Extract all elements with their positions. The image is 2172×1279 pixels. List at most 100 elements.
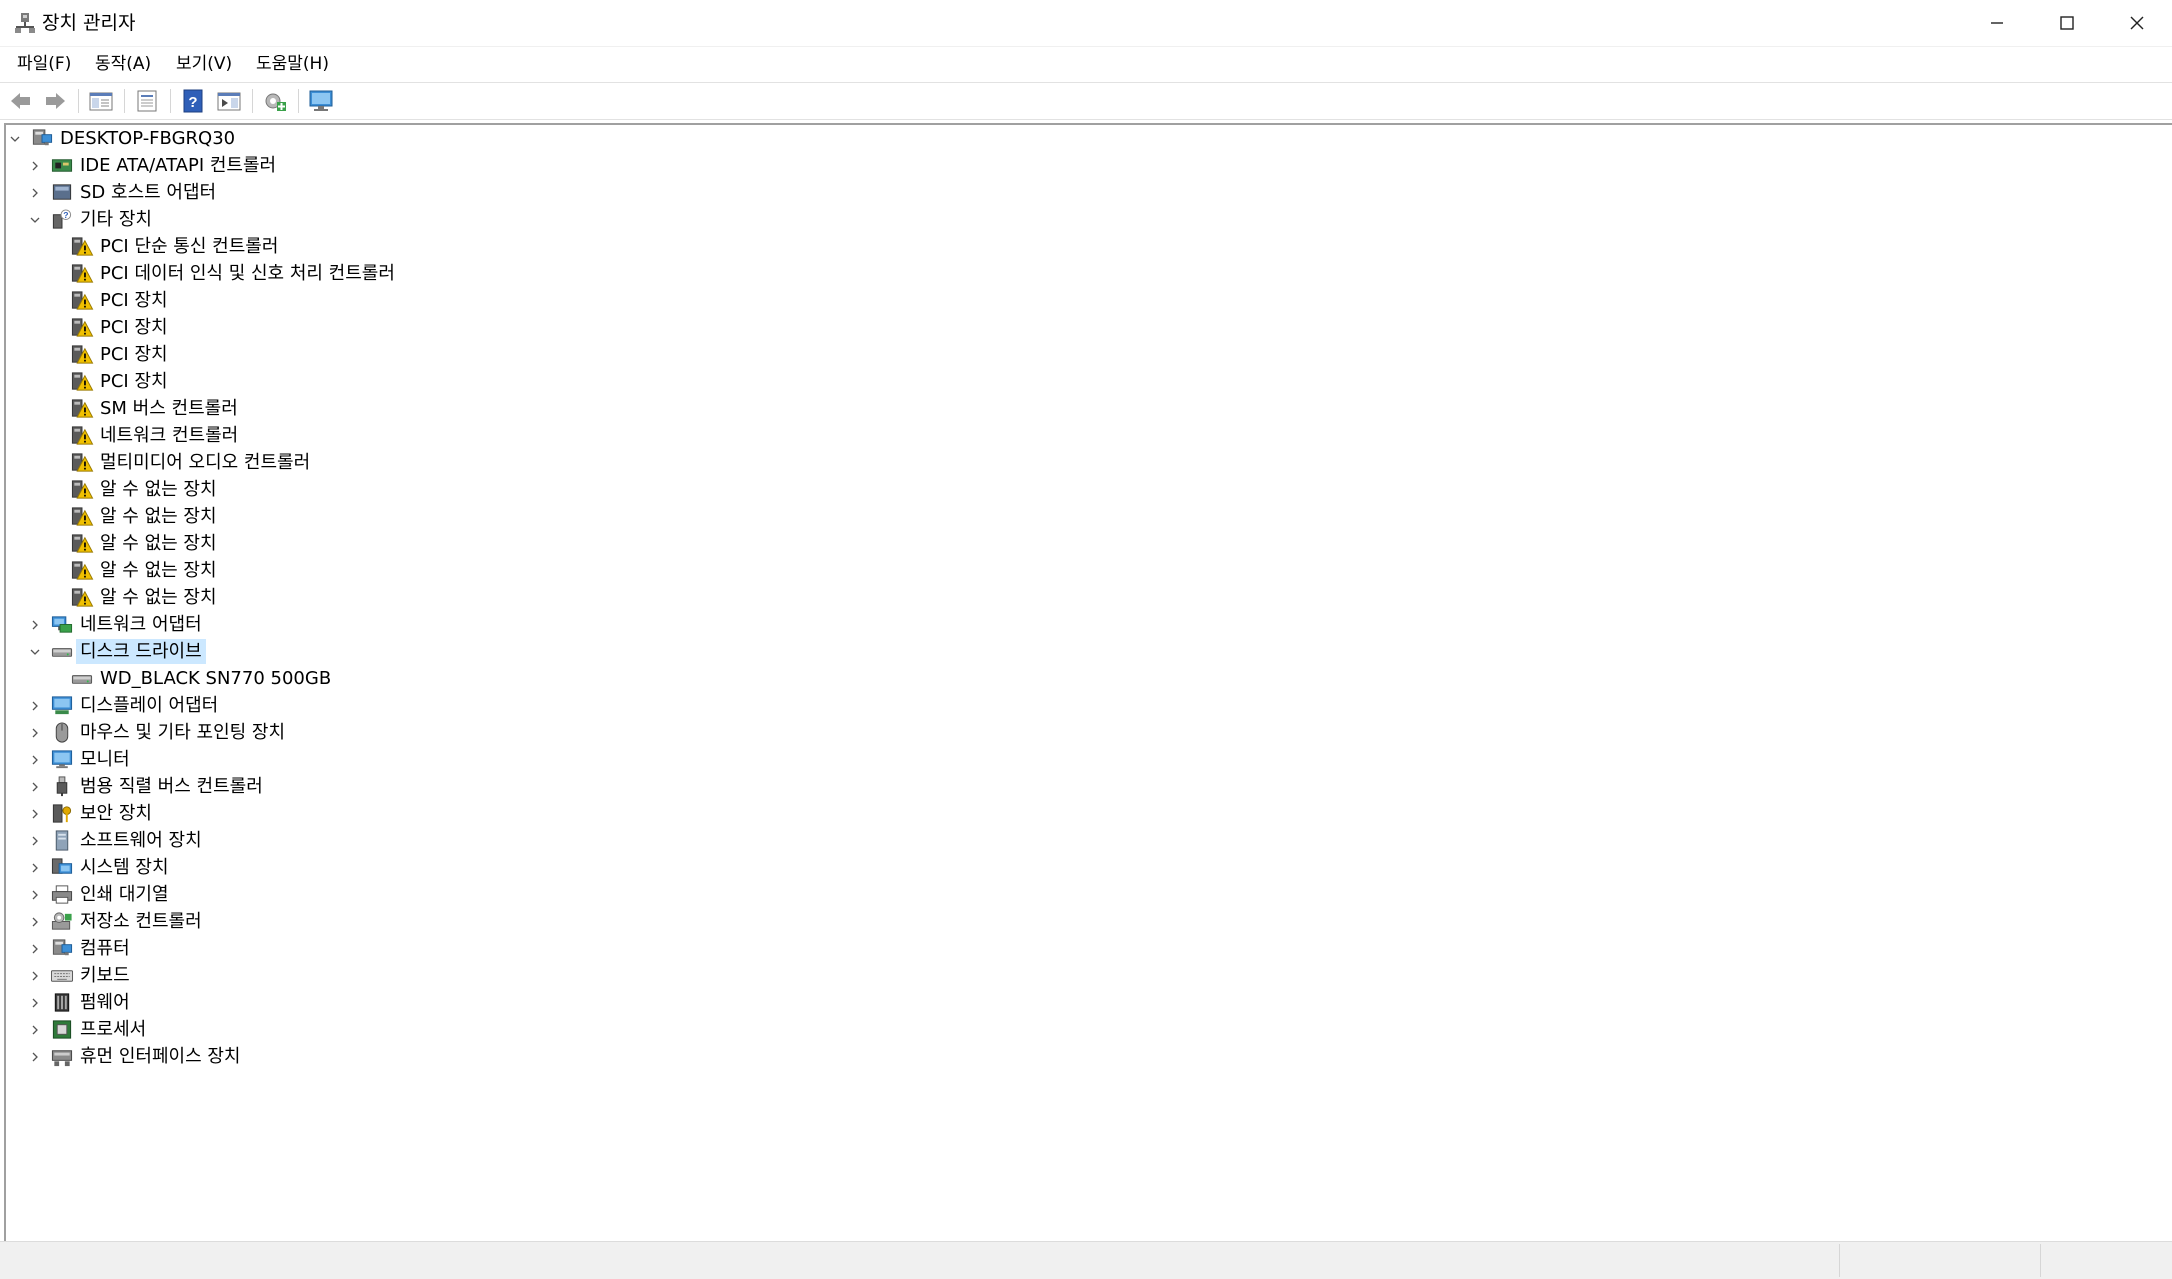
tree-node-label[interactable]: PCI 장치 xyxy=(96,315,172,340)
chevron-right-icon[interactable] xyxy=(28,699,42,713)
tree-node[interactable]: ? 기타 장치 xyxy=(6,206,2172,233)
chevron-right-icon[interactable] xyxy=(28,753,42,767)
tree-node-label[interactable]: 네트워크 컨트롤러 xyxy=(96,423,242,448)
menu-view[interactable]: 보기(V) xyxy=(172,52,236,76)
tree-node-label[interactable]: DESKTOP-FBGRQ30 xyxy=(56,126,239,151)
tree-node[interactable]: 디스플레이 어댑터 xyxy=(6,692,2172,719)
tree-node-label[interactable]: 네트워크 어댑터 xyxy=(76,612,206,637)
properties-button[interactable] xyxy=(132,87,162,115)
tree-node[interactable]: 휴먼 인터페이스 장치 xyxy=(6,1043,2172,1070)
tree-node[interactable]: PCI 장치 xyxy=(6,287,2172,314)
tree-node-label[interactable]: 컴퓨터 xyxy=(76,936,134,961)
tree-node-label[interactable]: 알 수 없는 장치 xyxy=(96,504,221,529)
action-pane-button[interactable] xyxy=(214,87,244,115)
chevron-right-icon[interactable] xyxy=(28,726,42,740)
tree-node-label[interactable]: 알 수 없는 장치 xyxy=(96,477,221,502)
tree-node[interactable]: 키보드 xyxy=(6,962,2172,989)
scan-hardware-button[interactable] xyxy=(260,87,290,115)
chevron-down-icon[interactable] xyxy=(8,132,22,146)
chevron-right-icon[interactable] xyxy=(28,618,42,632)
chevron-right-icon[interactable] xyxy=(28,888,42,902)
tree-node[interactable]: 컴퓨터 xyxy=(6,935,2172,962)
chevron-right-icon[interactable] xyxy=(28,780,42,794)
tree-node[interactable]: 인쇄 대기열 xyxy=(6,881,2172,908)
menu-help[interactable]: 도움말(H) xyxy=(252,52,333,76)
tree-node-label[interactable]: 알 수 없는 장치 xyxy=(96,585,221,610)
tree-node-label[interactable]: 디스크 드라이브 xyxy=(76,639,206,664)
tree-node[interactable]: IDE ATA/ATAPI 컨트롤러 xyxy=(6,152,2172,179)
tree-node-label[interactable]: 저장소 컨트롤러 xyxy=(76,909,206,934)
tree-node-label[interactable]: 소프트웨어 장치 xyxy=(76,828,206,853)
tree-node-label[interactable]: SM 버스 컨트롤러 xyxy=(96,396,242,421)
tree-node[interactable]: PCI 데이터 인식 및 신호 처리 컨트롤러 xyxy=(6,260,2172,287)
tree-node-label[interactable]: 키보드 xyxy=(76,963,134,988)
chevron-right-icon[interactable] xyxy=(28,861,42,875)
chevron-right-icon[interactable] xyxy=(28,1050,42,1064)
tree-node[interactable]: PCI 장치 xyxy=(6,341,2172,368)
chevron-right-icon[interactable] xyxy=(28,996,42,1010)
tree-node[interactable]: 마우스 및 기타 포인팅 장치 xyxy=(6,719,2172,746)
tree-node-label[interactable]: 멀티미디어 오디오 컨트롤러 xyxy=(96,450,314,475)
menu-file[interactable]: 파일(F) xyxy=(13,52,75,76)
tree-node[interactable]: 보안 장치 xyxy=(6,800,2172,827)
tree-node[interactable]: PCI 장치 xyxy=(6,314,2172,341)
tree-node-label[interactable]: WD_BLACK SN770 500GB xyxy=(96,666,335,691)
tree-node-label[interactable]: 기타 장치 xyxy=(76,207,156,232)
tree-node[interactable]: 알 수 없는 장치 xyxy=(6,584,2172,611)
tree-node-label[interactable]: 모니터 xyxy=(76,747,134,772)
chevron-right-icon[interactable] xyxy=(28,942,42,956)
tree-node[interactable]: PCI 장치 xyxy=(6,368,2172,395)
menu-action[interactable]: 동작(A) xyxy=(91,52,155,76)
tree-node-label[interactable]: PCI 데이터 인식 및 신호 처리 컨트롤러 xyxy=(96,261,399,286)
tree-node[interactable]: 알 수 없는 장치 xyxy=(6,530,2172,557)
tree-node[interactable]: 펌웨어 xyxy=(6,989,2172,1016)
help-button[interactable]: ? xyxy=(178,87,208,115)
tree-node[interactable]: PCI 단순 통신 컨트롤러 xyxy=(6,233,2172,260)
tree-node-label[interactable]: SD 호스트 어댑터 xyxy=(76,180,220,205)
tree-node-label[interactable]: 범용 직렬 버스 컨트롤러 xyxy=(76,774,267,799)
tree-node-label[interactable]: 프로세서 xyxy=(76,1017,150,1042)
tree-node[interactable]: WD_BLACK SN770 500GB xyxy=(6,665,2172,692)
monitor-button[interactable] xyxy=(306,87,336,115)
tree-node-label[interactable]: 휴먼 인터페이스 장치 xyxy=(76,1044,244,1069)
back-button[interactable] xyxy=(6,87,36,115)
tree-node-label[interactable]: 펌웨어 xyxy=(76,990,134,1015)
chevron-down-icon[interactable] xyxy=(28,213,42,227)
tree-node[interactable]: 범용 직렬 버스 컨트롤러 xyxy=(6,773,2172,800)
tree-node[interactable]: 멀티미디어 오디오 컨트롤러 xyxy=(6,449,2172,476)
tree-node-label[interactable]: PCI 단순 통신 컨트롤러 xyxy=(96,234,282,259)
tree-node[interactable]: 모니터 xyxy=(6,746,2172,773)
chevron-right-icon[interactable] xyxy=(28,1023,42,1037)
chevron-right-icon[interactable] xyxy=(28,969,42,983)
minimize-button[interactable] xyxy=(1962,0,2032,46)
show-hide-tree-button[interactable] xyxy=(86,87,116,115)
tree-node[interactable]: 시스템 장치 xyxy=(6,854,2172,881)
chevron-right-icon[interactable] xyxy=(28,915,42,929)
chevron-right-icon[interactable] xyxy=(28,186,42,200)
tree-node[interactable]: 알 수 없는 장치 xyxy=(6,503,2172,530)
tree-node[interactable]: SD 호스트 어댑터 xyxy=(6,179,2172,206)
tree-node[interactable]: 알 수 없는 장치 xyxy=(6,557,2172,584)
tree-node-label[interactable]: PCI 장치 xyxy=(96,369,172,394)
tree-node[interactable]: SM 버스 컨트롤러 xyxy=(6,395,2172,422)
tree-node-label[interactable]: 알 수 없는 장치 xyxy=(96,531,221,556)
tree-node[interactable]: 네트워크 컨트롤러 xyxy=(6,422,2172,449)
tree-node-label[interactable]: 알 수 없는 장치 xyxy=(96,558,221,583)
chevron-down-icon[interactable] xyxy=(28,645,42,659)
chevron-right-icon[interactable] xyxy=(28,807,42,821)
tree-node-label[interactable]: PCI 장치 xyxy=(96,342,172,367)
tree-node-label[interactable]: 시스템 장치 xyxy=(76,855,173,880)
tree-node[interactable]: 소프트웨어 장치 xyxy=(6,827,2172,854)
tree-node-label[interactable]: 보안 장치 xyxy=(76,801,156,826)
chevron-right-icon[interactable] xyxy=(28,159,42,173)
tree-node[interactable]: 프로세서 xyxy=(6,1016,2172,1043)
tree-node-label[interactable]: IDE ATA/ATAPI 컨트롤러 xyxy=(76,153,280,178)
tree-node[interactable]: DESKTOP-FBGRQ30 xyxy=(6,125,2172,152)
tree-node-label[interactable]: 마우스 및 기타 포인팅 장치 xyxy=(76,720,289,745)
maximize-button[interactable] xyxy=(2032,0,2102,46)
forward-button[interactable] xyxy=(40,87,70,115)
tree-node-label[interactable]: 디스플레이 어댑터 xyxy=(76,693,222,718)
tree-node[interactable]: 디스크 드라이브 xyxy=(6,638,2172,665)
close-button[interactable] xyxy=(2102,0,2172,46)
tree-node[interactable]: 저장소 컨트롤러 xyxy=(6,908,2172,935)
